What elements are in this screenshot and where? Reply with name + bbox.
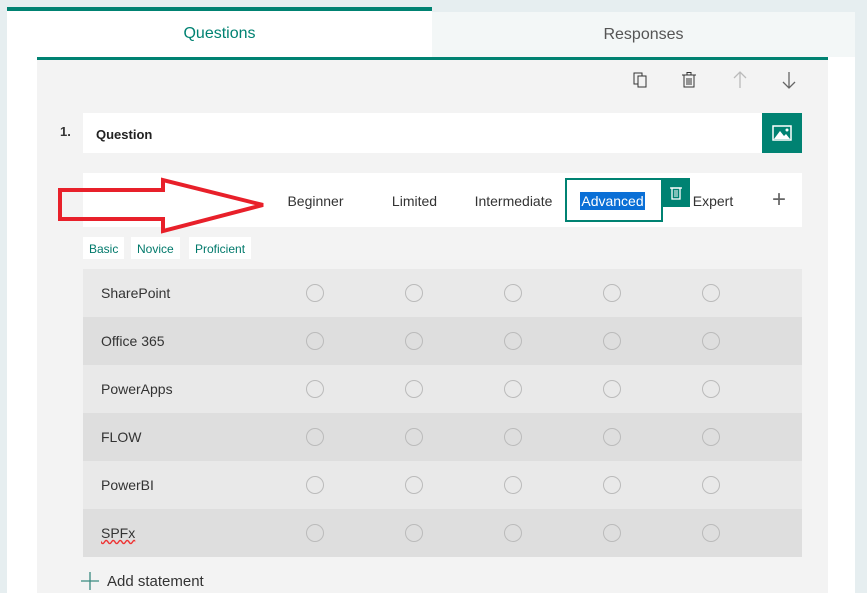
radio-beginner[interactable] [306,524,324,542]
radio-advanced[interactable] [603,476,621,494]
radio-beginner[interactable] [306,284,324,302]
radio-expert[interactable] [702,284,720,302]
question-title-input[interactable]: Question [83,113,762,153]
radio-expert[interactable] [702,476,720,494]
radio-advanced[interactable] [603,332,621,350]
table-row: PowerApps [83,365,802,413]
radio-advanced[interactable] [603,284,621,302]
radio-limited[interactable] [405,476,423,494]
tab-responses[interactable]: Responses [432,12,855,57]
radio-intermediate[interactable] [504,284,522,302]
table-row: PowerBI [83,461,802,509]
statement-label[interactable]: PowerBI [101,477,154,493]
question-number: 1. [60,124,71,139]
column-beginner[interactable]: Beginner [266,193,365,209]
radio-limited[interactable] [405,380,423,398]
trash-icon [670,185,682,200]
add-statement-button[interactable]: Add statement [81,572,204,590]
insert-image-button[interactable] [762,113,802,153]
statement-label[interactable]: SPFx [101,525,135,541]
statement-label[interactable]: PowerApps [101,381,173,397]
radio-intermediate[interactable] [504,428,522,446]
radio-expert[interactable] [702,428,720,446]
radio-intermediate[interactable] [504,332,522,350]
column-advanced[interactable]: Advanced [563,193,662,209]
radio-limited[interactable] [405,524,423,542]
add-column-icon[interactable]: + [772,190,786,210]
radio-expert[interactable] [702,380,720,398]
table-row: SharePoint [83,269,802,317]
table-row: FLOW [83,413,802,461]
move-up-icon[interactable] [730,70,750,90]
radio-beginner[interactable] [306,380,324,398]
radio-beginner[interactable] [306,476,324,494]
suggestion-chip-proficient[interactable]: Proficient [189,237,251,259]
radio-limited[interactable] [405,332,423,350]
radio-expert[interactable] [702,524,720,542]
column-intermediate[interactable]: Intermediate [464,193,563,209]
radio-intermediate[interactable] [504,524,522,542]
tab-questions[interactable]: Questions [7,7,432,57]
delete-column-button[interactable] [662,178,690,207]
radio-expert[interactable] [702,332,720,350]
tab-responses-label: Responses [603,26,683,44]
statement-label[interactable]: SharePoint [101,285,170,301]
red-arrow-annotation [55,175,270,237]
add-statement-label: Add statement [107,573,204,590]
radio-advanced[interactable] [603,428,621,446]
column-limited[interactable]: Limited [365,193,464,209]
statement-label[interactable]: Office 365 [101,333,165,349]
tab-questions-label: Questions [183,25,255,43]
table-row: Office 365 [83,317,802,365]
radio-limited[interactable] [405,284,423,302]
move-down-icon[interactable] [779,70,799,90]
column-advanced-selected-text: Advanced [580,192,644,210]
radio-beginner[interactable] [306,428,324,446]
plus-icon [81,572,99,590]
copy-icon[interactable] [630,70,650,90]
radio-intermediate[interactable] [504,380,522,398]
suggestion-chip-novice[interactable]: Novice [131,237,180,259]
image-icon [772,125,792,141]
statement-label[interactable]: FLOW [101,429,141,445]
radio-advanced[interactable] [603,524,621,542]
trash-icon[interactable] [679,70,699,90]
suggestion-chip-basic[interactable]: Basic [83,237,124,259]
radio-beginner[interactable] [306,332,324,350]
radio-advanced[interactable] [603,380,621,398]
radio-limited[interactable] [405,428,423,446]
table-row: SPFx [83,509,802,557]
radio-intermediate[interactable] [504,476,522,494]
